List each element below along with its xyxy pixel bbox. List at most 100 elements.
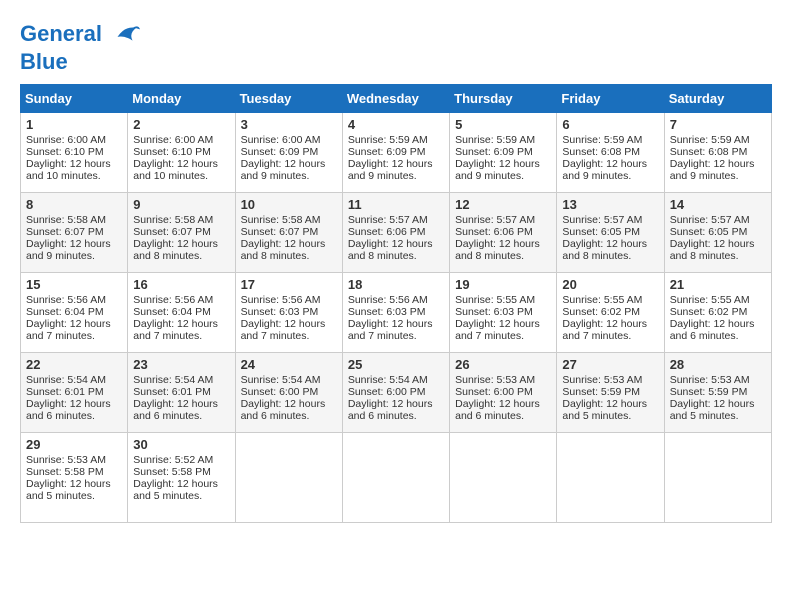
daylight-label-24: Daylight: 12 hours and 6 minutes. xyxy=(241,398,326,422)
weekday-header-row: Sunday Monday Tuesday Wednesday Thursday… xyxy=(21,85,772,113)
daylight-label-12: Daylight: 12 hours and 8 minutes. xyxy=(455,238,540,262)
day-13: 13 Sunrise: 5:57 AM Sunset: 6:05 PM Dayl… xyxy=(557,193,664,273)
daylight-label-29: Daylight: 12 hours and 5 minutes. xyxy=(26,478,111,502)
day-4: 4 Sunrise: 5:59 AM Sunset: 6:09 PM Dayli… xyxy=(342,113,449,193)
sunrise-19: Sunrise: 5:55 AM xyxy=(455,294,535,306)
sunrise-18: Sunrise: 5:56 AM xyxy=(348,294,428,306)
day-2: 2 Sunrise: 6:00 AM Sunset: 6:10 PM Dayli… xyxy=(128,113,235,193)
daylight-label-8: Daylight: 12 hours and 9 minutes. xyxy=(26,238,111,262)
day-number-13: 13 xyxy=(562,197,658,212)
sunset-11: Sunset: 6:06 PM xyxy=(348,226,426,238)
day-23: 23 Sunrise: 5:54 AM Sunset: 6:01 PM Dayl… xyxy=(128,353,235,433)
sunrise-10: Sunrise: 5:58 AM xyxy=(241,214,321,226)
sunrise-17: Sunrise: 5:56 AM xyxy=(241,294,321,306)
daylight-label-3: Daylight: 12 hours and 9 minutes. xyxy=(241,158,326,182)
sunset-5: Sunset: 6:09 PM xyxy=(455,146,533,158)
sunrise-22: Sunrise: 5:54 AM xyxy=(26,374,106,386)
day-7: 7 Sunrise: 5:59 AM Sunset: 6:08 PM Dayli… xyxy=(664,113,771,193)
day-number-21: 21 xyxy=(670,277,766,292)
day-number-5: 5 xyxy=(455,117,551,132)
daylight-label-26: Daylight: 12 hours and 6 minutes. xyxy=(455,398,540,422)
day-number-1: 1 xyxy=(26,117,122,132)
day-number-25: 25 xyxy=(348,357,444,372)
sunset-29: Sunset: 5:58 PM xyxy=(26,466,104,478)
day-16: 16 Sunrise: 5:56 AM Sunset: 6:04 PM Dayl… xyxy=(128,273,235,353)
sunrise-1: Sunrise: 6:00 AM xyxy=(26,134,106,146)
empty-cell xyxy=(557,433,664,523)
daylight-label-4: Daylight: 12 hours and 9 minutes. xyxy=(348,158,433,182)
sunrise-5: Sunrise: 5:59 AM xyxy=(455,134,535,146)
sunrise-9: Sunrise: 5:58 AM xyxy=(133,214,213,226)
day-29: 29 Sunrise: 5:53 AM Sunset: 5:58 PM Dayl… xyxy=(21,433,128,523)
sunset-28: Sunset: 5:59 PM xyxy=(670,386,748,398)
sunset-17: Sunset: 6:03 PM xyxy=(241,306,319,318)
sunset-7: Sunset: 6:08 PM xyxy=(670,146,748,158)
daylight-label-17: Daylight: 12 hours and 7 minutes. xyxy=(241,318,326,342)
day-19: 19 Sunrise: 5:55 AM Sunset: 6:03 PM Dayl… xyxy=(450,273,557,353)
header-thursday: Thursday xyxy=(450,85,557,113)
day-10: 10 Sunrise: 5:58 AM Sunset: 6:07 PM Dayl… xyxy=(235,193,342,273)
sunset-3: Sunset: 6:09 PM xyxy=(241,146,319,158)
day-number-7: 7 xyxy=(670,117,766,132)
sunset-14: Sunset: 6:05 PM xyxy=(670,226,748,238)
daylight-label-22: Daylight: 12 hours and 6 minutes. xyxy=(26,398,111,422)
sunrise-27: Sunrise: 5:53 AM xyxy=(562,374,642,386)
sunset-21: Sunset: 6:02 PM xyxy=(670,306,748,318)
daylight-label-28: Daylight: 12 hours and 5 minutes. xyxy=(670,398,755,422)
sunrise-3: Sunrise: 6:00 AM xyxy=(241,134,321,146)
daylight-label-7: Daylight: 12 hours and 9 minutes. xyxy=(670,158,755,182)
sunrise-25: Sunrise: 5:54 AM xyxy=(348,374,428,386)
day-number-26: 26 xyxy=(455,357,551,372)
day-15: 15 Sunrise: 5:56 AM Sunset: 6:04 PM Dayl… xyxy=(21,273,128,353)
sunset-23: Sunset: 6:01 PM xyxy=(133,386,211,398)
day-number-22: 22 xyxy=(26,357,122,372)
sunset-10: Sunset: 6:07 PM xyxy=(241,226,319,238)
sunrise-21: Sunrise: 5:55 AM xyxy=(670,294,750,306)
daylight-label-14: Daylight: 12 hours and 8 minutes. xyxy=(670,238,755,262)
empty-cell xyxy=(664,433,771,523)
day-17: 17 Sunrise: 5:56 AM Sunset: 6:03 PM Dayl… xyxy=(235,273,342,353)
logo-text2: Blue xyxy=(20,50,140,74)
day-number-18: 18 xyxy=(348,277,444,292)
day-number-17: 17 xyxy=(241,277,337,292)
daylight-label-11: Daylight: 12 hours and 8 minutes. xyxy=(348,238,433,262)
sunset-13: Sunset: 6:05 PM xyxy=(562,226,640,238)
day-number-8: 8 xyxy=(26,197,122,212)
header-sunday: Sunday xyxy=(21,85,128,113)
daylight-label-13: Daylight: 12 hours and 8 minutes. xyxy=(562,238,647,262)
day-22: 22 Sunrise: 5:54 AM Sunset: 6:01 PM Dayl… xyxy=(21,353,128,433)
logo-text: General xyxy=(20,20,140,50)
day-14: 14 Sunrise: 5:57 AM Sunset: 6:05 PM Dayl… xyxy=(664,193,771,273)
logo: General Blue xyxy=(20,20,140,74)
day-27: 27 Sunrise: 5:53 AM Sunset: 5:59 PM Dayl… xyxy=(557,353,664,433)
daylight-label-6: Daylight: 12 hours and 9 minutes. xyxy=(562,158,647,182)
sunrise-7: Sunrise: 5:59 AM xyxy=(670,134,750,146)
day-24: 24 Sunrise: 5:54 AM Sunset: 6:00 PM Dayl… xyxy=(235,353,342,433)
day-number-23: 23 xyxy=(133,357,229,372)
sunset-8: Sunset: 6:07 PM xyxy=(26,226,104,238)
sunrise-24: Sunrise: 5:54 AM xyxy=(241,374,321,386)
sunrise-26: Sunrise: 5:53 AM xyxy=(455,374,535,386)
day-number-29: 29 xyxy=(26,437,122,452)
day-number-3: 3 xyxy=(241,117,337,132)
sunrise-20: Sunrise: 5:55 AM xyxy=(562,294,642,306)
day-6: 6 Sunrise: 5:59 AM Sunset: 6:08 PM Dayli… xyxy=(557,113,664,193)
day-1: 1 Sunrise: 6:00 AM Sunset: 6:10 PM Dayli… xyxy=(21,113,128,193)
daylight-label-5: Daylight: 12 hours and 9 minutes. xyxy=(455,158,540,182)
header-friday: Friday xyxy=(557,85,664,113)
day-5: 5 Sunrise: 5:59 AM Sunset: 6:09 PM Dayli… xyxy=(450,113,557,193)
calendar-table: Sunday Monday Tuesday Wednesday Thursday… xyxy=(20,84,772,523)
day-3: 3 Sunrise: 6:00 AM Sunset: 6:09 PM Dayli… xyxy=(235,113,342,193)
day-26: 26 Sunrise: 5:53 AM Sunset: 6:00 PM Dayl… xyxy=(450,353,557,433)
sunrise-12: Sunrise: 5:57 AM xyxy=(455,214,535,226)
day-number-24: 24 xyxy=(241,357,337,372)
sunrise-16: Sunrise: 5:56 AM xyxy=(133,294,213,306)
daylight-label-20: Daylight: 12 hours and 7 minutes. xyxy=(562,318,647,342)
sunrise-13: Sunrise: 5:57 AM xyxy=(562,214,642,226)
daylight-label-15: Daylight: 12 hours and 7 minutes. xyxy=(26,318,111,342)
day-12: 12 Sunrise: 5:57 AM Sunset: 6:06 PM Dayl… xyxy=(450,193,557,273)
sunset-4: Sunset: 6:09 PM xyxy=(348,146,426,158)
sunrise-11: Sunrise: 5:57 AM xyxy=(348,214,428,226)
day-number-2: 2 xyxy=(133,117,229,132)
day-number-30: 30 xyxy=(133,437,229,452)
